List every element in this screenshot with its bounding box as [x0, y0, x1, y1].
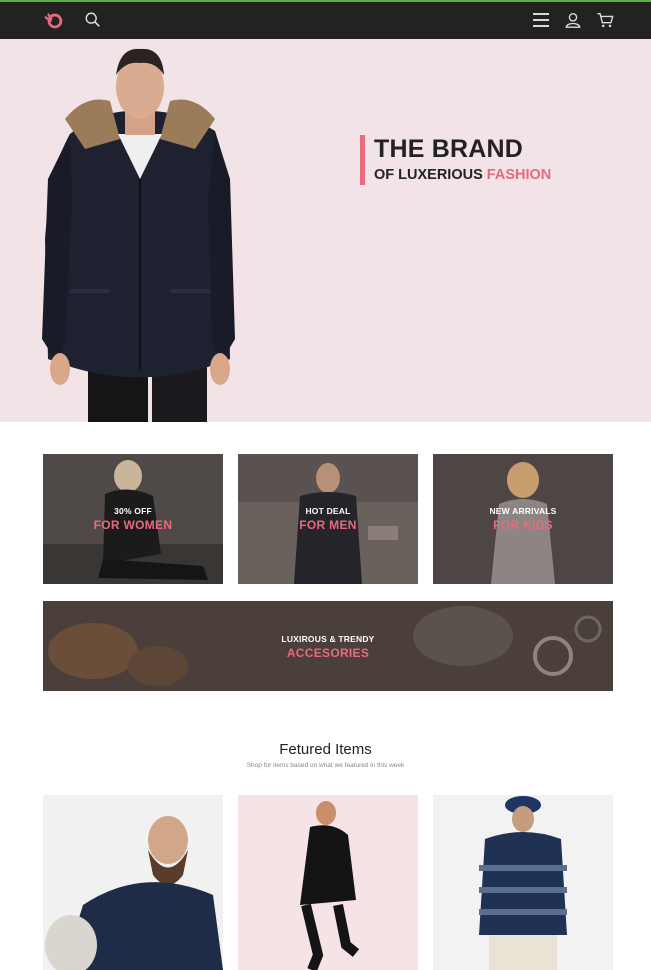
featured-subtitle: Shop for items based on what we featured… [246, 762, 405, 769]
hero-sub-prefix: OF LUXERIOUS [374, 167, 483, 183]
hero-sub-highlight: FASHION [486, 167, 552, 183]
featured-item-1[interactable] [43, 795, 223, 970]
promo-men-small: HOT DEAL [305, 506, 351, 516]
promo-women[interactable]: 30% OFF FOR WOMEN [43, 454, 223, 584]
menu-icon[interactable] [531, 11, 551, 29]
promo-women-small: 30% OFF [114, 506, 152, 516]
promo-kids-small: NEW ARRIVALS [489, 506, 557, 516]
promo-women-caption: 30% OFF FOR WOMEN [43, 506, 223, 532]
hero-subheadline: OF LUXERIOUS FASHION [374, 165, 551, 185]
featured-item-3-image [433, 795, 613, 970]
promo-accessories-caption: LUXIROUS & TRENDY ACCESORIES [43, 634, 613, 660]
hero-model-image [42, 48, 235, 422]
top-navbar [0, 0, 651, 39]
featured-item-1-image [43, 795, 223, 970]
user-icon[interactable] [564, 11, 582, 29]
promo-kids[interactable]: NEW ARRIVALS FOR KIDS [433, 454, 613, 584]
featured-title: Fetured Items [279, 741, 372, 758]
promo-accessories-big: ACCESORIES [286, 646, 370, 660]
featured-item-3[interactable] [433, 795, 613, 970]
featured-item-2[interactable] [238, 795, 418, 970]
promo-women-big: FOR WOMEN [93, 518, 173, 532]
promo-accessories[interactable]: LUXIROUS & TRENDY ACCESORIES [43, 601, 613, 691]
featured-item-2-image [238, 795, 418, 970]
search-icon[interactable] [84, 11, 102, 29]
hand-logo-icon[interactable] [43, 10, 65, 32]
promo-accessories-small: LUXIROUS & TRENDY [281, 634, 375, 644]
promo-men[interactable]: HOT DEAL FOR MEN [238, 454, 418, 584]
promo-kids-caption: NEW ARRIVALS FOR KIDS [433, 506, 613, 532]
hero-headline: THE BRAND [374, 135, 524, 163]
hero-tagline: THE BRAND OF LUXERIOUS FASHION [360, 135, 551, 185]
promo-men-caption: HOT DEAL FOR MEN [238, 506, 418, 532]
cart-icon[interactable] [596, 11, 615, 29]
promo-kids-big: FOR KIDS [493, 518, 553, 532]
hero-banner: THE BRAND OF LUXERIOUS FASHION [0, 39, 651, 422]
promo-men-big: FOR MEN [299, 518, 357, 532]
